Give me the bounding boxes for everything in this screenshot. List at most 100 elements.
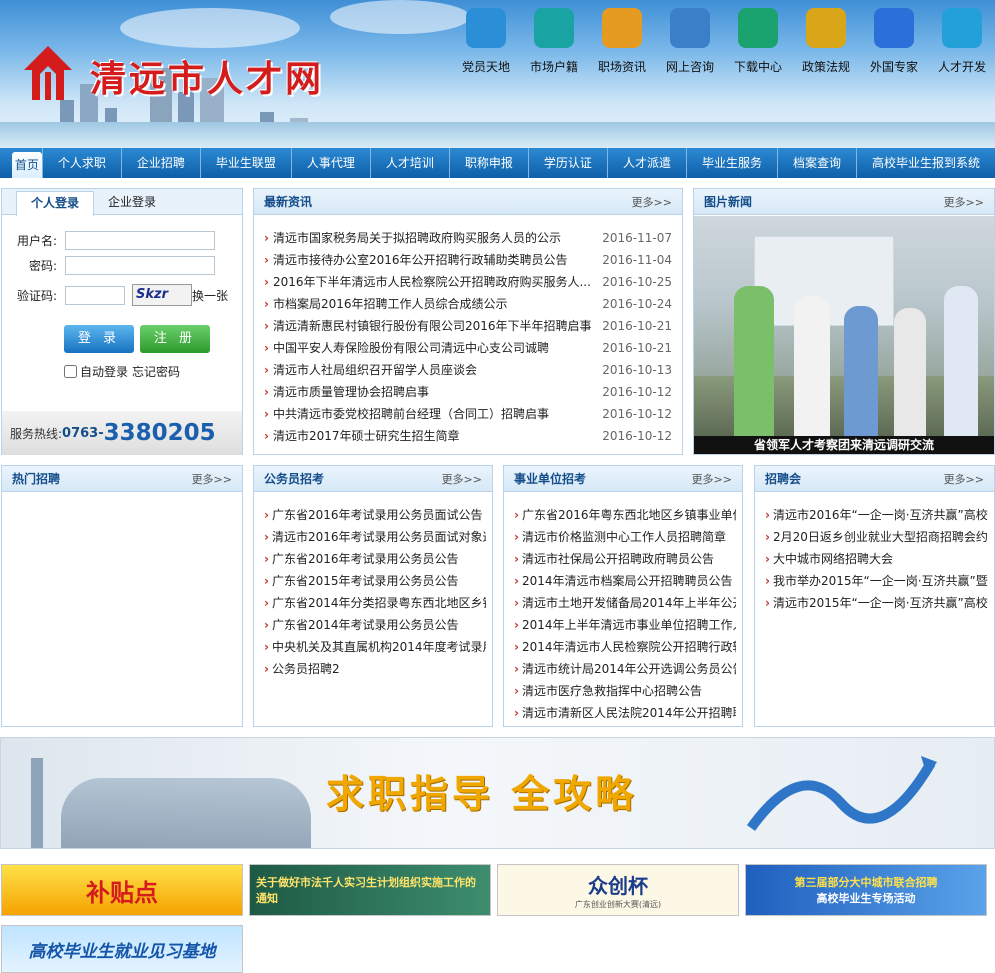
career-guide-banner[interactable]: 求职指导 全攻略 [0,737,995,849]
list-item[interactable]: 清远市医疗急救指挥中心招聘公告 [514,680,736,702]
remember-row: 自动登录 忘记密码 [64,363,180,380]
job-fair-more-link[interactable]: 更多>> [944,471,984,487]
news-title[interactable]: 中国平安人寿保险股份有限公司清远中心支公司诚聘 [264,337,594,359]
register-button[interactable]: 注 册 [140,325,210,353]
list-item[interactable]: 2014年清远市档案局公开招聘聘员公告 [514,570,736,592]
list-item[interactable]: 清远市2016年考试录用公务员面试对象递补 [264,526,486,548]
news-item[interactable]: 市档案局2016年招聘工作人员综合成绩公示 2016-10-24 [264,293,672,315]
news-item[interactable]: 清远市2017年硕士研究生招生简章 2016-10-12 [264,425,672,447]
site-logo-text[interactable]: 清远市人才网 [90,50,324,102]
menu-item-job-seeking[interactable]: 个人求职 [41,148,121,178]
joint-recruitment-banner[interactable]: 第三届部分大中城市联合招聘 高校毕业生专场活动 [745,864,987,916]
news-title[interactable]: 市档案局2016年招聘工作人员综合成绩公示 [264,293,594,315]
news-item[interactable]: 清远清新惠民村镇银行股份有限公司2016年下半年招聘启事 2016-10-21 [264,315,672,337]
news-date: 2016-11-04 [602,253,672,267]
list-item[interactable]: 我市举办2015年“一企一岗·互济共赢”暨 [765,570,988,592]
login-button[interactable]: 登 录 [64,325,134,353]
top-nav-item-consult[interactable]: 网上咨询 [656,8,724,75]
auto-login-checkbox[interactable] [64,365,77,378]
list-item[interactable]: 广东省2014年分类招录粤东西北地区乡镇 [264,592,486,614]
site-logo-icon[interactable] [22,44,74,102]
top-nav-item-career-news[interactable]: 职场资讯 [588,8,656,75]
top-nav-item-download[interactable]: 下载中心 [724,8,792,75]
menu-item-graduate-service[interactable]: 毕业生服务 [685,148,777,178]
menu-item-degree-verification[interactable]: 学历认证 [527,148,607,178]
password-label: 密码: [28,259,57,273]
top-nav-item-policy[interactable]: 政策法规 [792,8,860,75]
list-item[interactable]: 广东省2014年考试录用公务员公告 [264,614,486,636]
news-item[interactable]: 2016年下半年清远市人民检察院公开招聘政府购买服务人... 2016-10-25 [264,271,672,293]
list-item[interactable]: 清远市清新区人民法院2014年公开招聘聘 [514,702,736,724]
hot-jobs-more-link[interactable]: 更多>> [192,471,232,487]
menu-item-hr-agency[interactable]: 人事代理 [290,148,370,178]
menu-item-dispatch[interactable]: 人才派遣 [606,148,686,178]
news-date: 2016-10-21 [602,341,672,355]
news-title[interactable]: 2016年下半年清远市人民检察院公开招聘政府购买服务人... [264,271,594,293]
captcha-image[interactable]: Skzr [132,284,192,306]
menu-item-home[interactable]: 首页 [12,152,42,178]
civil-service-more-link[interactable]: 更多>> [442,471,482,487]
list-item[interactable]: 公务员招聘2 [264,658,486,680]
subsidy-banner[interactable]: 补贴点 [1,864,243,916]
institution-exam-more-link[interactable]: 更多>> [692,471,732,487]
username-input[interactable] [65,231,215,250]
captcha-refresh-link[interactable]: 换一张 [192,287,228,304]
list-item[interactable]: 清远市社保局公开招聘政府聘员公告 [514,548,736,570]
hot-jobs-title: 热门招聘 [12,472,61,486]
internship-base-banner[interactable]: 高校毕业生就业见习基地 [1,925,243,973]
internship-notice-banner[interactable]: 关于做好市法千人实习生计划组织实施工作的通知 [249,864,491,916]
photo-news-more-link[interactable]: 更多>> [944,194,984,210]
news-title[interactable]: 清远市接待办公室2016年公开招聘行政辅助类聘员公告 [264,249,594,271]
menu-item-training[interactable]: 人才培训 [369,148,449,178]
internship-notice-text: 关于做好市法千人实习生计划组织实施工作的通知 [256,876,476,905]
list-item[interactable]: 清远市统计局2014年公开选调公务员公告 [514,658,736,680]
news-item[interactable]: 清远市接待办公室2016年公开招聘行政辅助类聘员公告 2016-11-04 [264,249,672,271]
list-item[interactable]: 广东省2016年考试录用公务员面试公告 [264,504,486,526]
list-item[interactable]: 2月20日返乡创业就业大型招商招聘会约 [765,526,988,548]
innovation-cup-banner[interactable]: 众创杯 广东创业创新大赛(清远) [497,864,739,916]
photo-news-caption[interactable]: 省领军人才考察团来清远调研交流 [694,436,994,454]
top-nav-item-party[interactable]: 党员天地 [452,8,520,75]
list-item[interactable]: 清远市2016年“一企一岗·互济共赢”高校 [765,504,988,526]
list-item[interactable]: 2014年清远市人民检察院公开招聘行政辅 [514,636,736,658]
news-title[interactable]: 清远市质量管理协会招聘启事 [264,381,594,403]
list-item[interactable]: 广东省2015年考试录用公务员公告 [264,570,486,592]
news-item[interactable]: 中国平安人寿保险股份有限公司清远中心支公司诚聘 2016-10-21 [264,337,672,359]
news-title[interactable]: 清远清新惠民村镇银行股份有限公司2016年下半年招聘启事 [264,315,594,337]
list-item[interactable]: 广东省2016年考试录用公务员公告 [264,548,486,570]
top-nav-item-talent-dev[interactable]: 人才开发 [928,8,995,75]
top-nav-item-foreign-experts[interactable]: 外国专家 [860,8,928,75]
login-tabs: 个人登录 企业登录 [2,189,242,216]
news-title[interactable]: 清远市国家税务局关于拟招聘政府购买服务人员的公示 [264,227,594,249]
list-item[interactable]: 大中城市网络招聘大会 [765,548,988,570]
list-item[interactable]: 广东省2016年粤东西北地区乡镇事业单位 [514,504,736,526]
list-item[interactable]: 中央机关及其直属机构2014年度考试录用 [264,636,486,658]
news-item[interactable]: 清远市国家税务局关于拟招聘政府购买服务人员的公示 2016-11-07 [264,227,672,249]
globe-icon [874,8,914,48]
list-item[interactable]: 清远市2015年“一企一岗·互济共赢”高校 [765,592,988,614]
news-title[interactable]: 清远市2017年硕士研究生招生简章 [264,425,594,447]
menu-item-title-application[interactable]: 职称申报 [448,148,528,178]
menu-item-archive-query[interactable]: 档案查询 [776,148,856,178]
news-item[interactable]: 中共清远市委党校招聘前台经理（合同工）招聘启事 2016-10-12 [264,403,672,425]
password-input[interactable] [65,256,215,275]
forgot-password-link[interactable]: 忘记密码 [132,363,180,380]
news-item[interactable]: 清远市人社局组织召开留学人员座谈会 2016-10-13 [264,359,672,381]
news-title[interactable]: 清远市人社局组织召开留学人员座谈会 [264,359,594,381]
menu-item-graduate-alliance[interactable]: 毕业生联盟 [199,148,291,178]
tab-personal-login[interactable]: 个人登录 [16,191,95,216]
menu-item-graduate-registration[interactable]: 高校毕业生报到系统 [855,148,995,178]
photo-news-image[interactable] [694,216,994,436]
news-date: 2016-10-13 [602,363,672,377]
latest-news-more-link[interactable]: 更多>> [632,194,672,210]
top-nav-item-market[interactable]: 市场户籍 [520,8,588,75]
list-item[interactable]: 清远市价格监测中心工作人员招聘简章 [514,526,736,548]
captcha-input[interactable] [65,285,125,305]
tab-company-login[interactable]: 企业登录 [94,189,170,214]
news-title[interactable]: 中共清远市委党校招聘前台经理（合同工）招聘启事 [264,403,594,425]
list-item[interactable]: 2014年上半年清远市事业单位招聘工作人 [514,614,736,636]
news-date: 2016-10-12 [602,385,672,399]
news-item[interactable]: 清远市质量管理协会招聘启事 2016-10-12 [264,381,672,403]
menu-item-recruitment[interactable]: 企业招聘 [120,148,200,178]
list-item[interactable]: 清远市土地开发储备局2014年上半年公开 [514,592,736,614]
